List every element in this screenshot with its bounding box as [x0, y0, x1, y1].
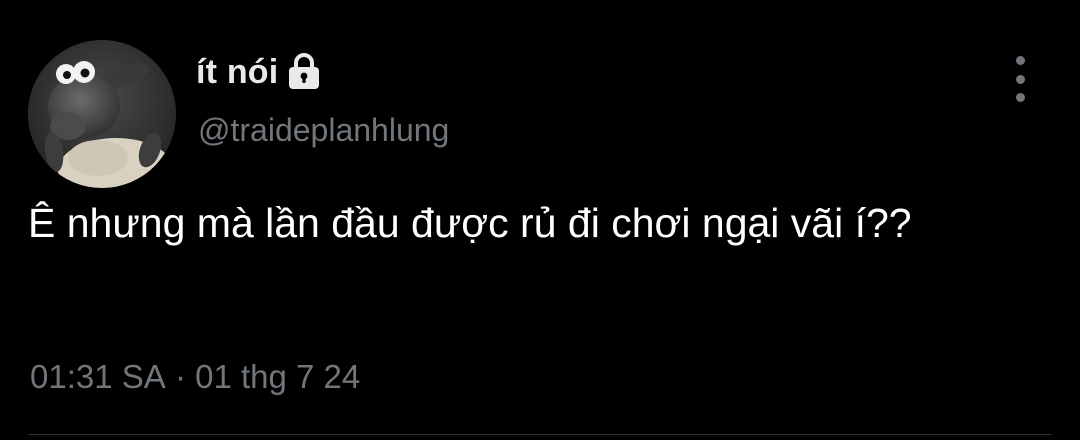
tweet-timestamp[interactable]: 01:31 SA · 01 thg 7 24 — [30, 358, 360, 396]
display-name[interactable]: ít nói — [196, 53, 278, 92]
more-options-button[interactable] — [1002, 56, 1038, 102]
tweet: ít nói @traideplanhlung Ê nhưng mà lần đ… — [0, 0, 1080, 440]
tweet-text: Ê nhưng mà lần đầu được rủ đi chơi ngại … — [28, 200, 912, 246]
tweet-date: 01 thg 7 24 — [195, 358, 361, 395]
avatar[interactable] — [28, 40, 176, 188]
timestamp-separator: · — [165, 358, 196, 395]
more-vertical-icon — [1015, 74, 1025, 84]
more-vertical-icon — [1015, 93, 1025, 102]
username-handle[interactable]: @traideplanhlung — [198, 112, 449, 149]
author-name-row: ít nói — [196, 50, 322, 94]
tweet-time: 01:31 SA — [30, 358, 166, 395]
sheep-avatar-image — [28, 40, 176, 188]
more-vertical-icon — [1015, 56, 1025, 65]
divider — [28, 434, 1052, 435]
lock-icon — [286, 52, 322, 92]
